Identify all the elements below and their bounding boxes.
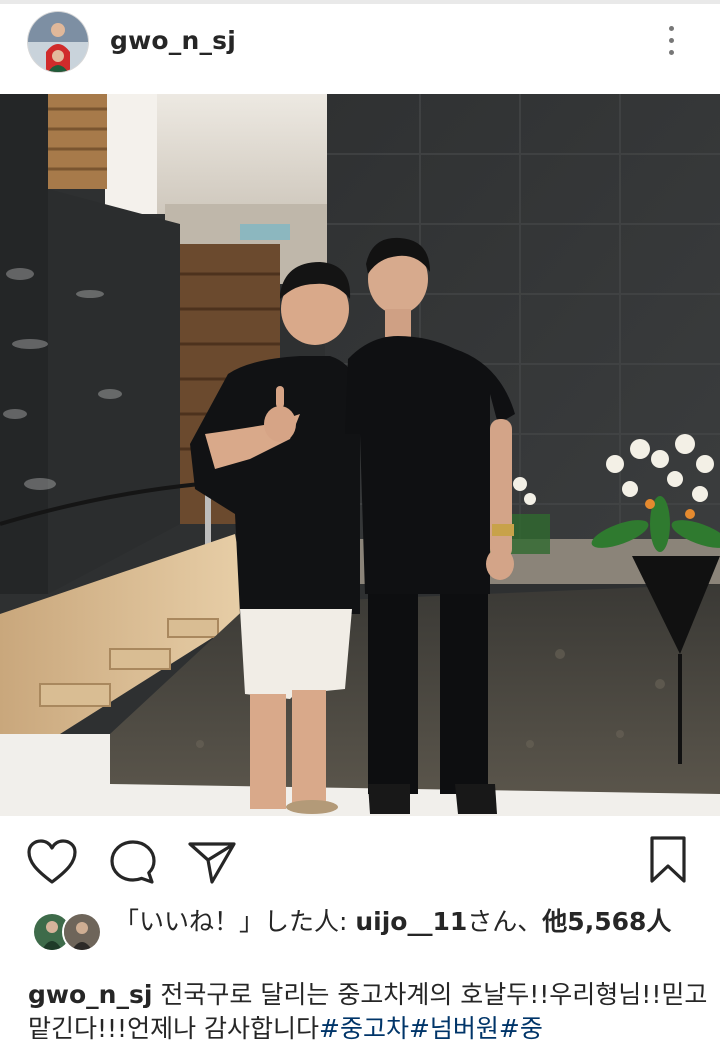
caption-username[interactable]: gwo_n_sj [28,980,152,1009]
post-caption: gwo_n_sj 전국구로 달리는 중고차계의 호날두!!우리형님!!믿고맡긴다!… [28,978,708,1046]
bookmark-icon[interactable] [648,834,688,890]
likes-suffix: さん、 [467,907,543,936]
caption-hashtags[interactable]: #중고차#넘버원#중 [319,1014,543,1043]
post-username[interactable]: gwo_n_sj [110,26,236,55]
likes-summary[interactable]: 「いいね！」した人: uijo__11さん、他5,568人 [114,906,704,938]
likes-row: 「いいね！」した人: uijo__11さん、他5,568人 [0,906,720,978]
photo-image [0,94,720,816]
likes-count[interactable]: 他5,568人 [542,907,671,936]
liker-avatar[interactable] [62,912,102,952]
heart-icon[interactable] [26,838,78,890]
likes-prefix: 「いいね！」した人: [114,907,356,936]
comment-bubble-icon[interactable] [108,838,158,890]
profile-avatar[interactable] [28,12,88,72]
more-options-icon[interactable] [664,26,678,60]
liker-username[interactable]: uijo__11 [355,907,467,936]
post-header: gwo_n_sj [0,4,720,94]
action-bar [0,816,720,906]
post-photo[interactable] [0,94,720,816]
paper-plane-icon[interactable] [186,838,238,890]
